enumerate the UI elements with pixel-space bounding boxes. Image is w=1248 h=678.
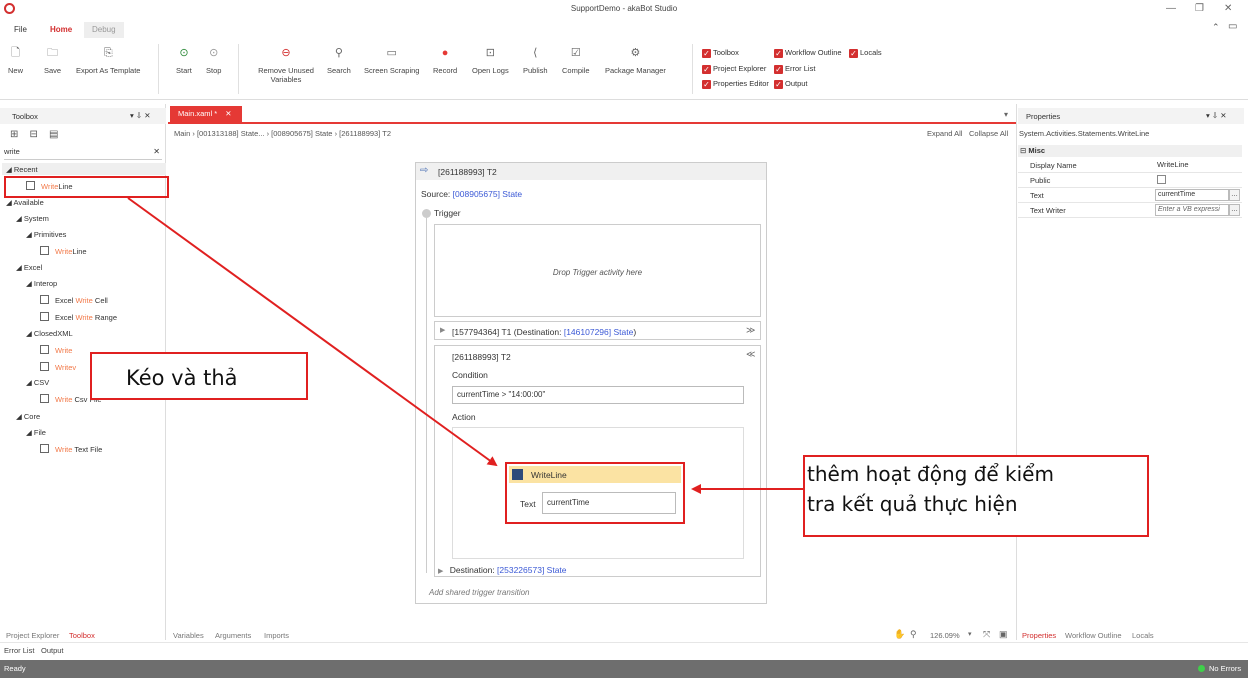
drag-arrow xyxy=(127,197,498,467)
add-activity-callout: thêm hoạt động để kiểm tra kết quả thực … xyxy=(803,455,1149,537)
annotation-arrows xyxy=(127,197,803,494)
drag-drop-callout: Kéo và thả xyxy=(90,352,308,400)
